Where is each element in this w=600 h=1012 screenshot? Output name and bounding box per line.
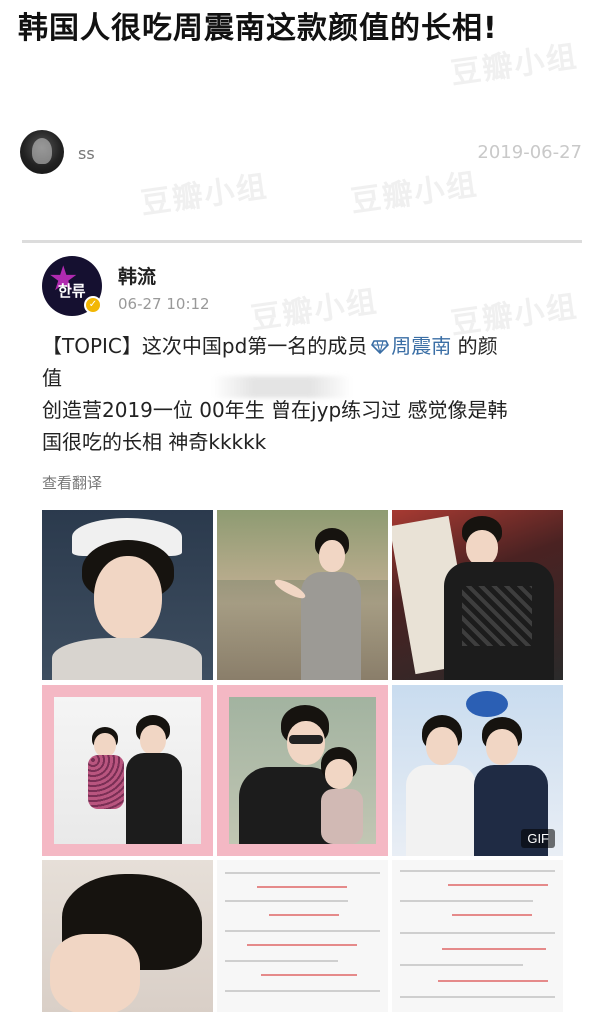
- gif-badge: GIF: [521, 829, 555, 848]
- avatar-logo-text: 한류: [58, 282, 86, 300]
- photo-7[interactable]: [42, 860, 213, 1012]
- photo-4[interactable]: [42, 685, 213, 856]
- photo-6[interactable]: GIF: [392, 685, 563, 856]
- post-text-line2: 值: [42, 366, 62, 390]
- photo-9[interactable]: [392, 860, 563, 1012]
- photo-3[interactable]: [392, 510, 563, 680]
- weibo-account-name[interactable]: 韩流: [118, 262, 156, 289]
- photo-8[interactable]: [217, 860, 388, 1012]
- watermark: 豆瓣小组: [248, 284, 381, 337]
- topic-link[interactable]: 周震南: [391, 334, 451, 358]
- post-text-line1-prefix: 【TOPIC】这次中国pd第一名的成员: [42, 334, 368, 358]
- post-text-line4: 国很吃的长相 神奇kkkkk: [42, 430, 267, 454]
- article-title: 韩国人很吃周震南这款颜值的长相!: [18, 11, 498, 46]
- post-body: 【TOPIC】这次中国pd第一名的成员 周震南 的颜 值 创造营2019一位 00…: [42, 330, 562, 458]
- photo-2[interactable]: [217, 510, 388, 680]
- translate-link[interactable]: 查看翻译: [42, 472, 102, 493]
- diamond-icon: [371, 340, 390, 354]
- author-row: ss 2019-06-27: [20, 130, 582, 178]
- author-avatar[interactable]: [20, 130, 64, 174]
- weibo-timestamp: 06-27 10:12: [118, 295, 210, 313]
- post-text-line3: 创造营2019一位 00年生 曾在jyp练习过 感觉像是韩: [42, 398, 508, 422]
- photo-1[interactable]: [42, 510, 213, 680]
- photo-5[interactable]: [217, 685, 388, 856]
- verified-icon: ✓: [84, 296, 102, 314]
- post-date: 2019-06-27: [477, 142, 582, 163]
- author-name[interactable]: ss: [78, 144, 95, 163]
- post-text-line1-suffix: 的颜: [451, 334, 498, 358]
- divider: [22, 240, 582, 243]
